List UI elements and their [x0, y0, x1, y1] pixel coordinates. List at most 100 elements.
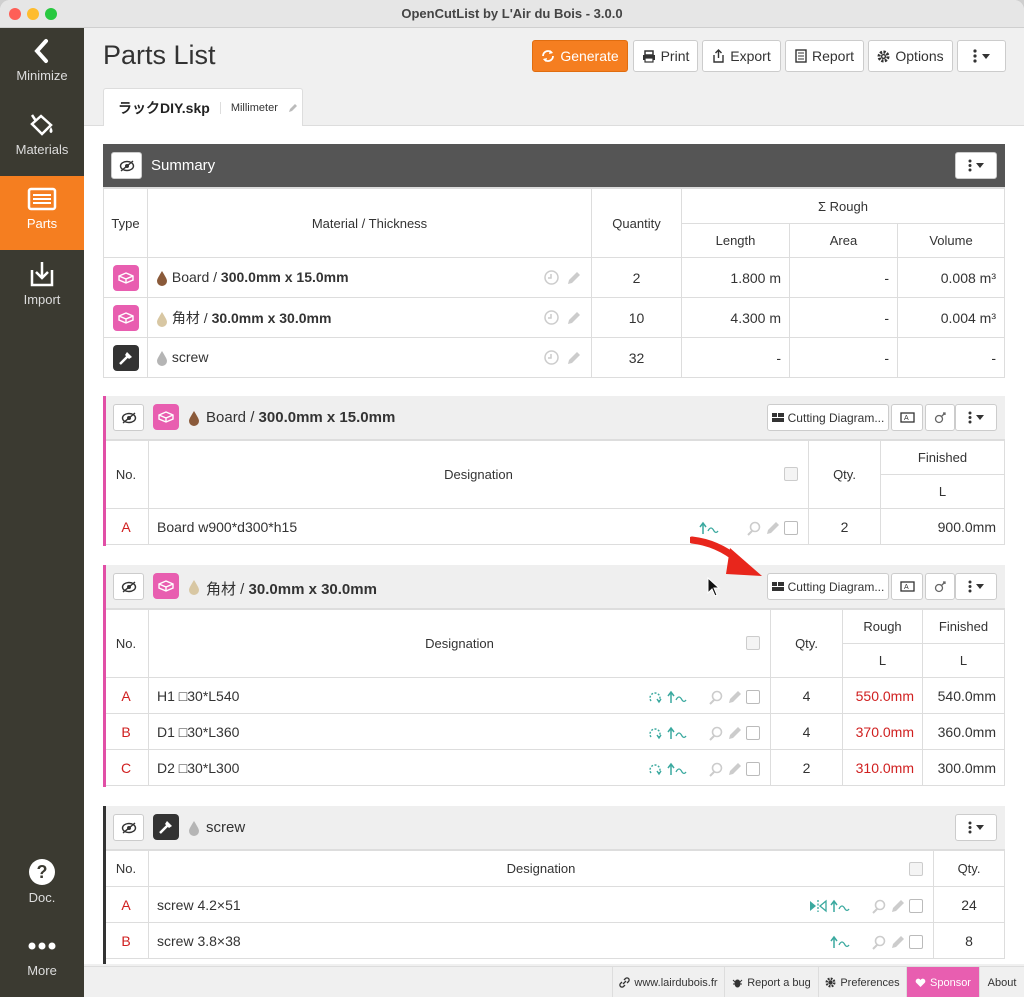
pencil-icon[interactable] — [567, 351, 581, 365]
caret-down-icon — [976, 415, 984, 420]
report-bug-link[interactable]: Report a bug — [724, 967, 818, 997]
toggle-visibility-button[interactable] — [113, 573, 144, 600]
print-button[interactable]: Print — [633, 40, 698, 72]
sidebar-item-doc[interactable]: ? Doc. — [0, 848, 84, 922]
report-icon — [795, 49, 807, 63]
pencil-icon[interactable] — [567, 271, 581, 285]
options-button[interactable]: Options — [868, 40, 953, 72]
select-all-checkbox[interactable] — [909, 862, 923, 876]
close-window-button[interactable] — [9, 8, 21, 20]
export-button[interactable]: Export — [702, 40, 781, 72]
cutting-diagram-button[interactable]: Cutting Diagram... — [767, 404, 889, 431]
caret-down-icon — [982, 53, 990, 59]
about-link[interactable]: About — [979, 967, 1024, 997]
select-all-checkbox[interactable] — [784, 467, 798, 481]
group-thickness: 30.0mm x 30.0mm — [248, 581, 377, 598]
material-thickness: 30.0mm x 30.0mm — [211, 309, 332, 326]
summary-panel: Summary Type Material / Thickness Quanti… — [103, 144, 1005, 378]
vertical-dots-icon — [968, 159, 972, 172]
summary-table: Type Material / Thickness Quantity Σ Rou… — [103, 188, 1005, 378]
material-name: screw — [171, 348, 209, 365]
highlight-parts-button[interactable] — [925, 404, 955, 431]
more-actions-button[interactable] — [957, 40, 1006, 72]
row-checkbox[interactable] — [746, 726, 760, 741]
search-icon[interactable] — [709, 762, 724, 777]
group-accent-bar — [103, 396, 106, 546]
tab-file[interactable]: ラックDIY.skp Millimeter — [103, 88, 303, 127]
pencil-icon[interactable] — [288, 103, 298, 113]
dots-icon — [28, 942, 56, 950]
info-icon[interactable] — [544, 310, 559, 325]
row-checkbox[interactable] — [746, 690, 760, 705]
table-row[interactable]: A Board w900*d300*h15 2 900.0mm — [103, 508, 1005, 545]
app-window: OpenCutList by L'Air du Bois - 3.0.0 Min… — [0, 0, 1024, 997]
website-link[interactable]: www.lairdubois.fr — [612, 967, 724, 997]
sponsor-button[interactable]: Sponsor — [906, 967, 979, 997]
group-accent-bar — [103, 806, 106, 964]
row-checkbox[interactable] — [909, 899, 923, 914]
table-row[interactable]: C D2 □30*L300 2 310.0mm 300.0mm — [103, 749, 1005, 786]
generate-button[interactable]: Generate — [532, 40, 628, 72]
row-checkbox[interactable] — [909, 935, 923, 950]
col-quantity: Quantity — [591, 188, 682, 258]
pencil-icon[interactable] — [728, 726, 742, 740]
sidebar-item-minimize[interactable]: Minimize — [0, 28, 84, 102]
report-button[interactable]: Report — [785, 40, 864, 72]
sidebar-item-parts[interactable]: Parts — [0, 176, 84, 250]
group-menu-button[interactable] — [955, 814, 997, 841]
select-all-checkbox[interactable] — [746, 636, 760, 650]
pencil-icon[interactable] — [567, 311, 581, 325]
sidebar-item-materials[interactable]: Materials — [0, 102, 84, 176]
row-checkbox[interactable] — [784, 521, 798, 536]
sidebar-item-label: Minimize — [16, 68, 68, 83]
parts-table: No. Designation Qty. Finished L A Board … — [103, 440, 1005, 545]
pencil-icon[interactable] — [891, 899, 905, 913]
table-row[interactable]: Board / 300.0mm x 15.0mm 2 1.800 m - 0.0… — [103, 257, 1005, 298]
search-icon[interactable] — [709, 726, 724, 741]
search-icon[interactable] — [709, 690, 724, 705]
summary-header: Summary — [103, 144, 1005, 188]
toggle-visibility-button[interactable] — [113, 814, 144, 841]
group-menu-button[interactable] — [955, 573, 997, 600]
rotation-icon — [648, 728, 662, 740]
labels-button[interactable]: A — [891, 404, 923, 431]
gear-icon — [825, 977, 836, 988]
sidebar-item-more[interactable]: More — [0, 923, 84, 997]
table-row[interactable]: A screw 4.2×51 24 — [103, 886, 1005, 923]
file-name: ラックDIY.skp — [118, 100, 210, 116]
info-icon[interactable] — [544, 350, 559, 365]
sidebar-item-import[interactable]: Import — [0, 250, 84, 324]
table-row[interactable]: B screw 3.8×38 8 — [103, 922, 1005, 959]
pencil-icon[interactable] — [728, 762, 742, 776]
table-row[interactable]: screw 32 - - - — [103, 337, 1005, 378]
table-row[interactable]: A H1 □30*L540 4 550.0mm 540.0mm — [103, 677, 1005, 714]
group-menu-button[interactable] — [955, 404, 997, 431]
minimize-window-button[interactable] — [27, 8, 39, 20]
hardware-icon — [153, 814, 179, 840]
hardware-icon — [112, 344, 139, 371]
info-icon[interactable] — [544, 270, 559, 285]
vertical-dots-icon — [968, 580, 972, 593]
row-checkbox[interactable] — [746, 762, 760, 777]
table-row[interactable]: B D1 □30*L360 4 370.0mm 360.0mm — [103, 713, 1005, 750]
search-icon[interactable] — [872, 935, 887, 950]
screw-group-panel: screw No. Designation Qty. A screw 4.2×5… — [103, 806, 1005, 964]
labels-button[interactable]: A — [891, 573, 923, 600]
zoom-window-button[interactable] — [45, 8, 57, 20]
cutting-diagram-button[interactable]: Cutting Diagram... — [767, 573, 889, 600]
pencil-icon[interactable] — [891, 935, 905, 949]
search-icon[interactable] — [872, 899, 887, 914]
col-material: Material / Thickness — [147, 188, 592, 258]
col-type: Type — [103, 188, 148, 258]
pencil-icon[interactable] — [728, 690, 742, 704]
toggle-visibility-button[interactable] — [111, 152, 142, 179]
highlight-parts-button[interactable] — [925, 573, 955, 600]
toggle-visibility-button[interactable] — [113, 404, 144, 431]
vertical-dots-icon — [973, 49, 977, 63]
group-material-name: screw — [206, 819, 246, 836]
preferences-link[interactable]: Preferences — [818, 967, 906, 997]
summary-menu-button[interactable] — [955, 152, 997, 179]
red-arrow-annotation — [690, 536, 762, 576]
material-color-icon — [189, 821, 199, 836]
table-row[interactable]: 角材 / 30.0mm x 30.0mm 10 4.300 m - 0.004 … — [103, 297, 1005, 338]
